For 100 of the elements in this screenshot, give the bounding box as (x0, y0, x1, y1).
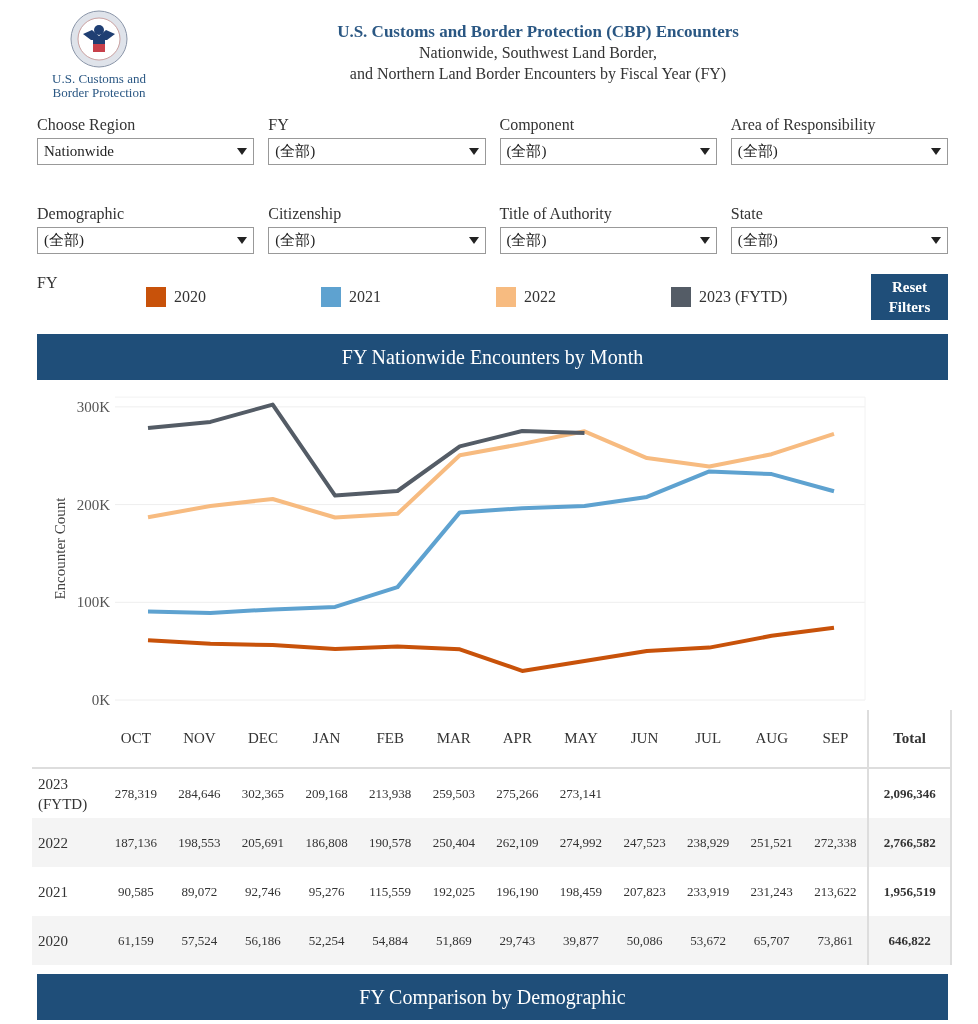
filter-label: Component (499, 116, 575, 134)
caret-icon (931, 237, 941, 244)
dashboard-subtitle: and Northern Land Border Encounters by Fiscal Year (FY) (348, 64, 728, 84)
legend-label: 2021 (349, 288, 381, 306)
table-cell: 90,585 (117, 883, 154, 900)
table-cell: 274,992 (559, 834, 603, 851)
legend-label: 2023 (FYTD) (699, 288, 788, 306)
caret-icon (699, 148, 710, 155)
table-cell: 190,578 (369, 834, 412, 851)
filter-label: State (730, 205, 763, 223)
filter-label: Demographic (37, 205, 125, 223)
table-cell: 61,159 (117, 932, 154, 949)
column-header: SEP (822, 730, 849, 747)
table-cell: 275,266 (496, 785, 539, 802)
table-cell: 238,929 (687, 834, 730, 851)
table-cell: 205,691 (241, 834, 285, 851)
column-header: JUN (630, 730, 659, 747)
caret-icon (237, 148, 248, 155)
dropdown[interactable]: (全部) (499, 227, 717, 254)
filter-label: Area of Responsibility (730, 116, 876, 134)
table-cell: 50,086 (626, 932, 663, 949)
total-cell: 646,822 (888, 932, 931, 949)
section-banner: FY Nationwide Encounters by Month (37, 334, 948, 380)
column-header: DEC (248, 730, 278, 747)
dropdown[interactable]: (全部) (268, 138, 486, 165)
dropdown[interactable]: (全部) (499, 138, 717, 165)
logo-text: U.S. Customs and Border Protection (51, 72, 147, 100)
table-cell: 207,823 (623, 883, 666, 900)
column-header: MAY (564, 730, 598, 747)
row-header: 2022 (38, 833, 68, 853)
table-cell: 247,523 (623, 834, 666, 851)
table-cell: 278,319 (114, 785, 157, 802)
table-cell: 213,938 (369, 785, 412, 802)
table-cell: 231,243 (750, 883, 793, 900)
filter-label: Title of Authority (499, 205, 612, 223)
table-cell: 213,622 (814, 883, 857, 900)
axis-title: Encounter Count (52, 497, 68, 600)
table-cell: 233,919 (687, 883, 730, 900)
table-cell: 56,186 (245, 932, 281, 949)
table-cell: 196,190 (496, 883, 539, 900)
dropdown[interactable]: (全部) (730, 227, 948, 254)
row-header: 2023 (FYTD) (38, 774, 89, 814)
table-cell: 273,141 (559, 785, 603, 802)
axis-tick-label: 100K (76, 594, 110, 611)
table-cell: 51,869 (435, 932, 472, 949)
total-cell: 1,956,519 (883, 883, 936, 900)
table-cell: 89,072 (181, 883, 218, 900)
table-cell: 92,746 (245, 883, 281, 900)
table-cell: 57,524 (181, 932, 218, 949)
table-cell: 65,707 (753, 932, 790, 949)
table-cell: 39,877 (563, 932, 599, 949)
column-header: JAN (312, 730, 341, 747)
row-header: 2021 (38, 882, 68, 902)
axis-tick-label: 300K (76, 398, 110, 415)
dropdown[interactable]: Nationwide (37, 138, 255, 165)
table-cell: 262,109 (496, 834, 539, 851)
caret-icon (699, 237, 710, 244)
column-header: OCT (120, 730, 151, 747)
column-header: Total (893, 730, 926, 747)
caret-icon (931, 148, 941, 155)
total-cell: 2,096,346 (883, 785, 936, 802)
table-cell: 186,808 (305, 834, 348, 851)
column-header: MAR (436, 730, 471, 747)
table-cell: 284,646 (178, 785, 221, 802)
table-cell: 209,168 (305, 785, 348, 802)
table-cell: 250,404 (432, 834, 475, 851)
table-cell: 52,254 (308, 932, 345, 949)
caret-icon (468, 148, 479, 155)
legend-label: 2020 (174, 288, 206, 306)
total-cell: 2,766,582 (883, 834, 936, 851)
table-cell: 272,338 (814, 834, 857, 851)
table-cell: 198,553 (178, 834, 221, 851)
table-cell: 53,672 (690, 932, 726, 949)
dropdown[interactable]: (全部) (37, 227, 255, 254)
caret-icon (237, 237, 248, 244)
column-header: AUG (755, 730, 788, 747)
table-cell: 198,459 (559, 883, 603, 900)
row-header: 2020 (38, 931, 68, 951)
legend-label: 2022 (524, 288, 556, 306)
table-cell: 73,861 (817, 932, 854, 949)
axis-tick-label: 0K (91, 692, 110, 708)
dropdown[interactable]: (全部) (730, 138, 948, 165)
table-cell: 115,559 (369, 883, 412, 900)
axis-tick-label: 200K (76, 496, 110, 513)
dropdown[interactable]: (全部) (268, 227, 486, 254)
section-banner: FY Comparison by Demographic (37, 974, 948, 1020)
column-header: APR (502, 730, 532, 747)
column-header: NOV (183, 730, 216, 747)
table-cell: 251,521 (750, 834, 793, 851)
table-cell: 192,025 (432, 883, 475, 900)
column-header: FEB (376, 730, 404, 747)
table-cell: 187,136 (114, 834, 157, 851)
table-cell: 95,276 (308, 883, 345, 900)
legend-title: FY (37, 274, 59, 292)
dashboard-title: U.S. Customs and Border Protection (CBP) Encounters (337, 22, 739, 42)
reset-filters-button[interactable]: Reset Filters (871, 274, 948, 320)
dashboard-subtitle: Nationwide, Southwest Land Border, (418, 43, 658, 63)
table-cell: 54,884 (372, 932, 409, 949)
caret-icon (468, 237, 479, 244)
filter-label: Citizenship (268, 205, 342, 223)
